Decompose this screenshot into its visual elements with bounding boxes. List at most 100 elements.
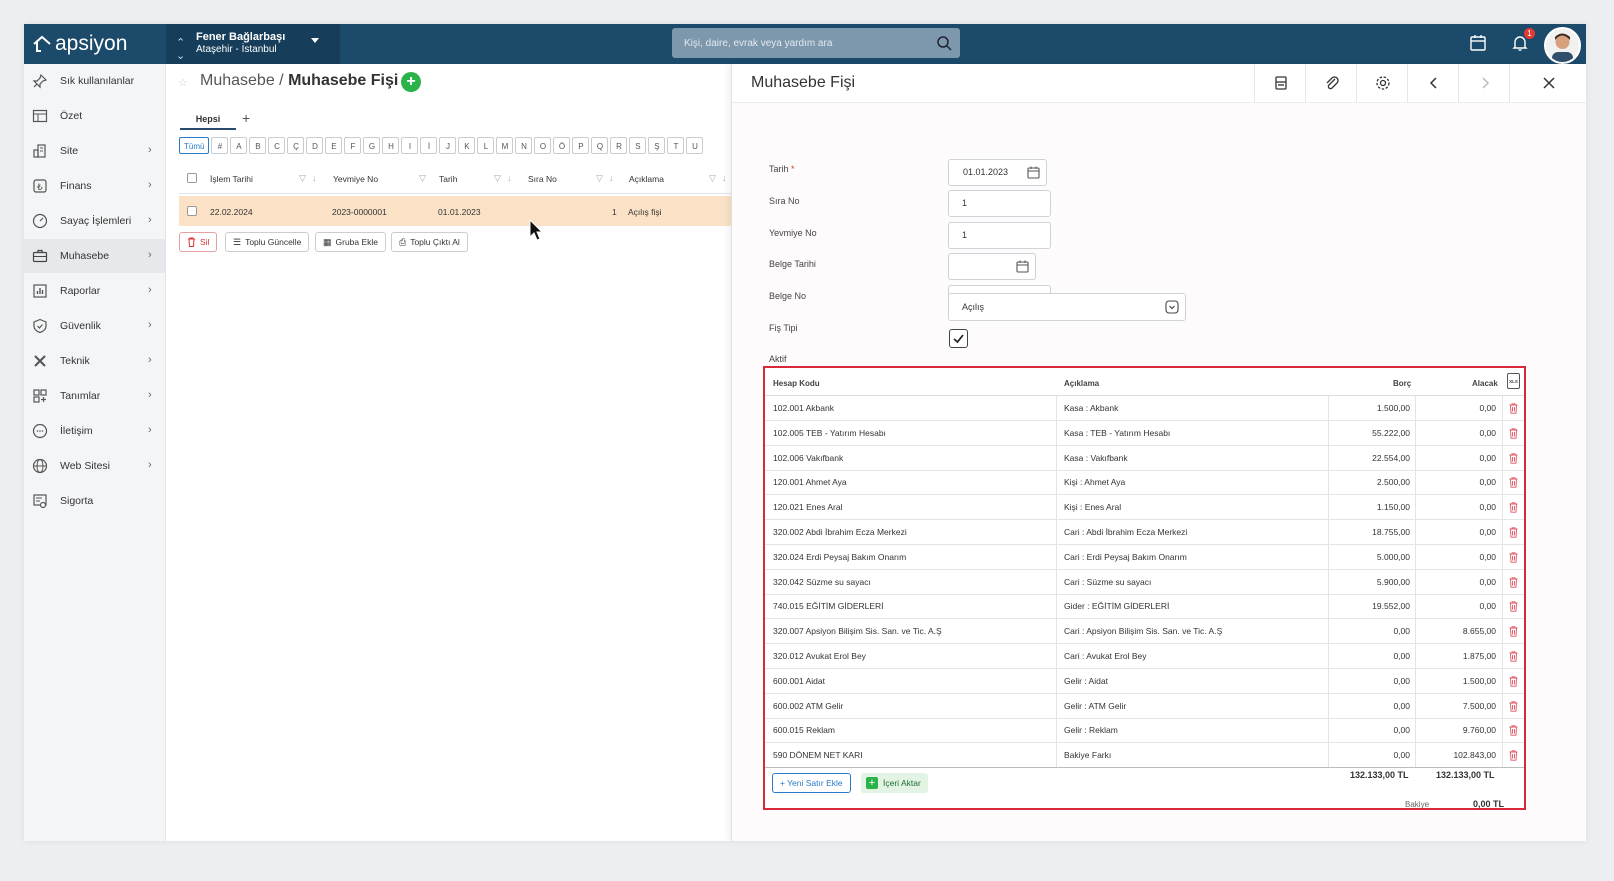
table-row[interactable]: 102.005 TEB - Yatırım Hesabı Kasa : TEB -… xyxy=(765,420,1524,446)
letter-filter[interactable]: R xyxy=(610,137,628,154)
sort-icon[interactable]: ↓ xyxy=(722,173,727,183)
add-tab-button[interactable]: + xyxy=(242,110,250,126)
cell-aciklama[interactable]: Gelir : ATM Gelir xyxy=(1064,701,1126,711)
cell-hesap-kodu[interactable]: 120.001 Ahmet Aya xyxy=(773,477,847,487)
cell-borc[interactable]: 0,00 xyxy=(1393,651,1410,661)
cell-aciklama[interactable]: Cari : Avukat Erol Bey xyxy=(1064,651,1147,661)
trash-icon[interactable] xyxy=(1509,626,1518,639)
cell-aciklama[interactable]: Kasa : TEB - Yatırım Hesabı xyxy=(1064,428,1170,438)
cell-aciklama[interactable]: Cari : Apsiyon Bilişim Sis. San. ve Tic.… xyxy=(1064,626,1222,636)
cell-aciklama[interactable]: Kasa : Akbank xyxy=(1064,403,1118,413)
table-row[interactable]: 120.001 Ahmet Aya Kişi : Ahmet Aya 2.500,0… xyxy=(765,469,1524,496)
user-avatar[interactable] xyxy=(1544,27,1581,64)
column-header-sira-no[interactable]: Sıra No xyxy=(528,174,557,184)
cell-aciklama[interactable]: Cari : Süzme su sayacı xyxy=(1064,577,1151,587)
tab-hepsi[interactable]: Hepsi xyxy=(180,110,236,130)
trash-icon[interactable] xyxy=(1509,552,1518,565)
cell-aciklama[interactable]: Bakiye Farkı xyxy=(1064,750,1111,760)
cell-alacak[interactable]: 0,00 xyxy=(1479,527,1496,537)
table-row[interactable]: 320.024 Erdi Peysaj Bakım Onarım Cari : E… xyxy=(765,544,1524,570)
cell-aciklama[interactable]: Cari : Abdi İbrahim Ecza Merkezi xyxy=(1064,527,1187,537)
table-row[interactable]: 120.021 Enes Aral Kişi : Enes Aral 1.150,0… xyxy=(765,494,1524,521)
cell-borc[interactable]: 19.552,00 xyxy=(1372,601,1410,611)
delete-button[interactable]: Sil xyxy=(179,232,218,252)
row-checkbox[interactable] xyxy=(187,206,197,216)
sidebar-item-sigorta[interactable]: Sigorta xyxy=(24,484,165,518)
column-header-aciklama[interactable]: Açıklama xyxy=(629,174,664,184)
cell-hesap-kodu[interactable]: 600.015 Reklam xyxy=(773,725,835,735)
letter-filter[interactable]: P xyxy=(572,137,590,154)
sidebar-item-teknik[interactable]: Teknik › xyxy=(24,344,165,378)
sidebar-item-guvenlik[interactable]: Güvenlik › xyxy=(24,309,165,343)
cell-borc[interactable]: 5.900,00 xyxy=(1377,577,1410,587)
letter-filter[interactable]: J xyxy=(439,137,457,154)
sidebar-item-raporlar[interactable]: Raporlar › xyxy=(24,274,165,308)
fis-tipi-select[interactable]: Açılış xyxy=(948,293,1186,321)
cell-alacak[interactable]: 0,00 xyxy=(1479,477,1496,487)
cell-borc[interactable]: 0,00 xyxy=(1393,626,1410,636)
letter-filter[interactable]: M xyxy=(496,137,514,154)
cell-hesap-kodu[interactable]: 320.024 Erdi Peysaj Bakım Onarım xyxy=(773,552,906,562)
next-button[interactable] xyxy=(1458,64,1510,102)
cell-alacak[interactable]: 0,00 xyxy=(1479,552,1496,562)
cell-alacak[interactable]: 0,00 xyxy=(1479,577,1496,587)
cell-alacak[interactable]: 102.843,00 xyxy=(1453,750,1496,760)
attach-button[interactable] xyxy=(1305,64,1357,102)
letter-filter[interactable]: H xyxy=(382,137,400,154)
previous-button[interactable] xyxy=(1407,64,1459,102)
sidebar-item-tanimlar[interactable]: Tanımlar › xyxy=(24,379,165,413)
letter-filter[interactable]: # xyxy=(211,137,229,154)
trash-icon[interactable] xyxy=(1509,502,1518,515)
cell-aciklama[interactable]: Cari : Erdi Peysaj Bakım Onarım xyxy=(1064,552,1187,562)
cell-borc[interactable]: 0,00 xyxy=(1393,750,1410,760)
close-button[interactable] xyxy=(1509,64,1586,102)
letter-filter[interactable]: L xyxy=(477,137,495,154)
cell-borc[interactable]: 18.755,00 xyxy=(1372,527,1410,537)
cell-hesap-kodu[interactable]: 102.006 Vakıfbank xyxy=(773,453,843,463)
trash-icon[interactable] xyxy=(1509,527,1518,540)
sira-no-field[interactable]: 1 xyxy=(948,190,1051,217)
yevmiye-no-field[interactable]: 1 xyxy=(948,222,1051,249)
cell-borc[interactable]: 0,00 xyxy=(1393,676,1410,686)
letter-filter[interactable]: S xyxy=(629,137,647,154)
bulk-update-button[interactable]: ☰ Toplu Güncelle xyxy=(225,232,310,252)
cell-alacak[interactable]: 0,00 xyxy=(1479,502,1496,512)
cell-borc[interactable]: 5.000,00 xyxy=(1377,552,1410,562)
select-all-checkbox[interactable] xyxy=(187,173,197,183)
table-row[interactable]: 590 DÖNEM NET KARI Bakiye Farkı 0,00 102.84… xyxy=(765,742,1524,769)
cell-borc[interactable]: 1.150,00 xyxy=(1377,502,1410,512)
letter-filter[interactable]: B xyxy=(249,137,267,154)
letter-filter[interactable]: G xyxy=(363,137,381,154)
search-input[interactable] xyxy=(672,28,946,58)
cell-aciklama[interactable]: Gelir : Reklam xyxy=(1064,725,1118,735)
column-header-islem-tarihi[interactable]: İşlem Tarihi xyxy=(210,174,253,184)
sort-icon[interactable]: ↓ xyxy=(507,173,512,183)
letter-filter[interactable]: C xyxy=(268,137,286,154)
letter-filter[interactable]: D xyxy=(306,137,324,154)
cell-borc[interactable]: 1.500,00 xyxy=(1377,403,1410,413)
cell-alacak[interactable]: 0,00 xyxy=(1479,403,1496,413)
search-icon[interactable] xyxy=(936,35,952,51)
letter-filter[interactable]: A xyxy=(230,137,248,154)
import-button[interactable]: + İçeri Aktar xyxy=(861,773,928,793)
belge-tarihi-field[interactable] xyxy=(948,253,1036,280)
add-row-button[interactable]: + Yeni Satır Ekle xyxy=(772,773,851,793)
letter-filter[interactable]: T xyxy=(667,137,685,154)
letter-filter[interactable]: N xyxy=(515,137,533,154)
table-row[interactable]: 320.012 Avukat Erol Bey Cari : Avukat Ero… xyxy=(765,643,1524,669)
cell-aciklama[interactable]: Kişi : Ahmet Aya xyxy=(1064,477,1125,487)
tarih-field[interactable]: 01.01.2023 xyxy=(948,159,1047,186)
site-selector[interactable]: ⌃ ⌄ Fener Bağlarbaşı Ataşehir - İstanbul xyxy=(166,24,340,64)
sidebar-item-muhasebe[interactable]: Muhasebe › xyxy=(24,239,165,273)
letter-filter[interactable]: F xyxy=(344,137,362,154)
trash-icon[interactable] xyxy=(1509,700,1518,714)
letter-filter[interactable]: K xyxy=(458,137,476,154)
cell-alacak[interactable]: 7.500,00 xyxy=(1463,701,1496,711)
cell-alacak[interactable]: 0,00 xyxy=(1479,453,1496,463)
calendar-icon[interactable] xyxy=(1016,260,1029,273)
cell-borc[interactable]: 22.554,00 xyxy=(1372,453,1410,463)
table-row[interactable]: 102.001 Akbank Kasa : Akbank 1.500,00 0,00 xyxy=(765,395,1524,421)
trash-icon[interactable] xyxy=(1509,725,1518,738)
cell-hesap-kodu[interactable]: 740.015 EĞİTİM GİDERLERİ xyxy=(773,601,884,611)
add-to-group-button[interactable]: ▦ Gruba Ekle xyxy=(315,232,387,252)
